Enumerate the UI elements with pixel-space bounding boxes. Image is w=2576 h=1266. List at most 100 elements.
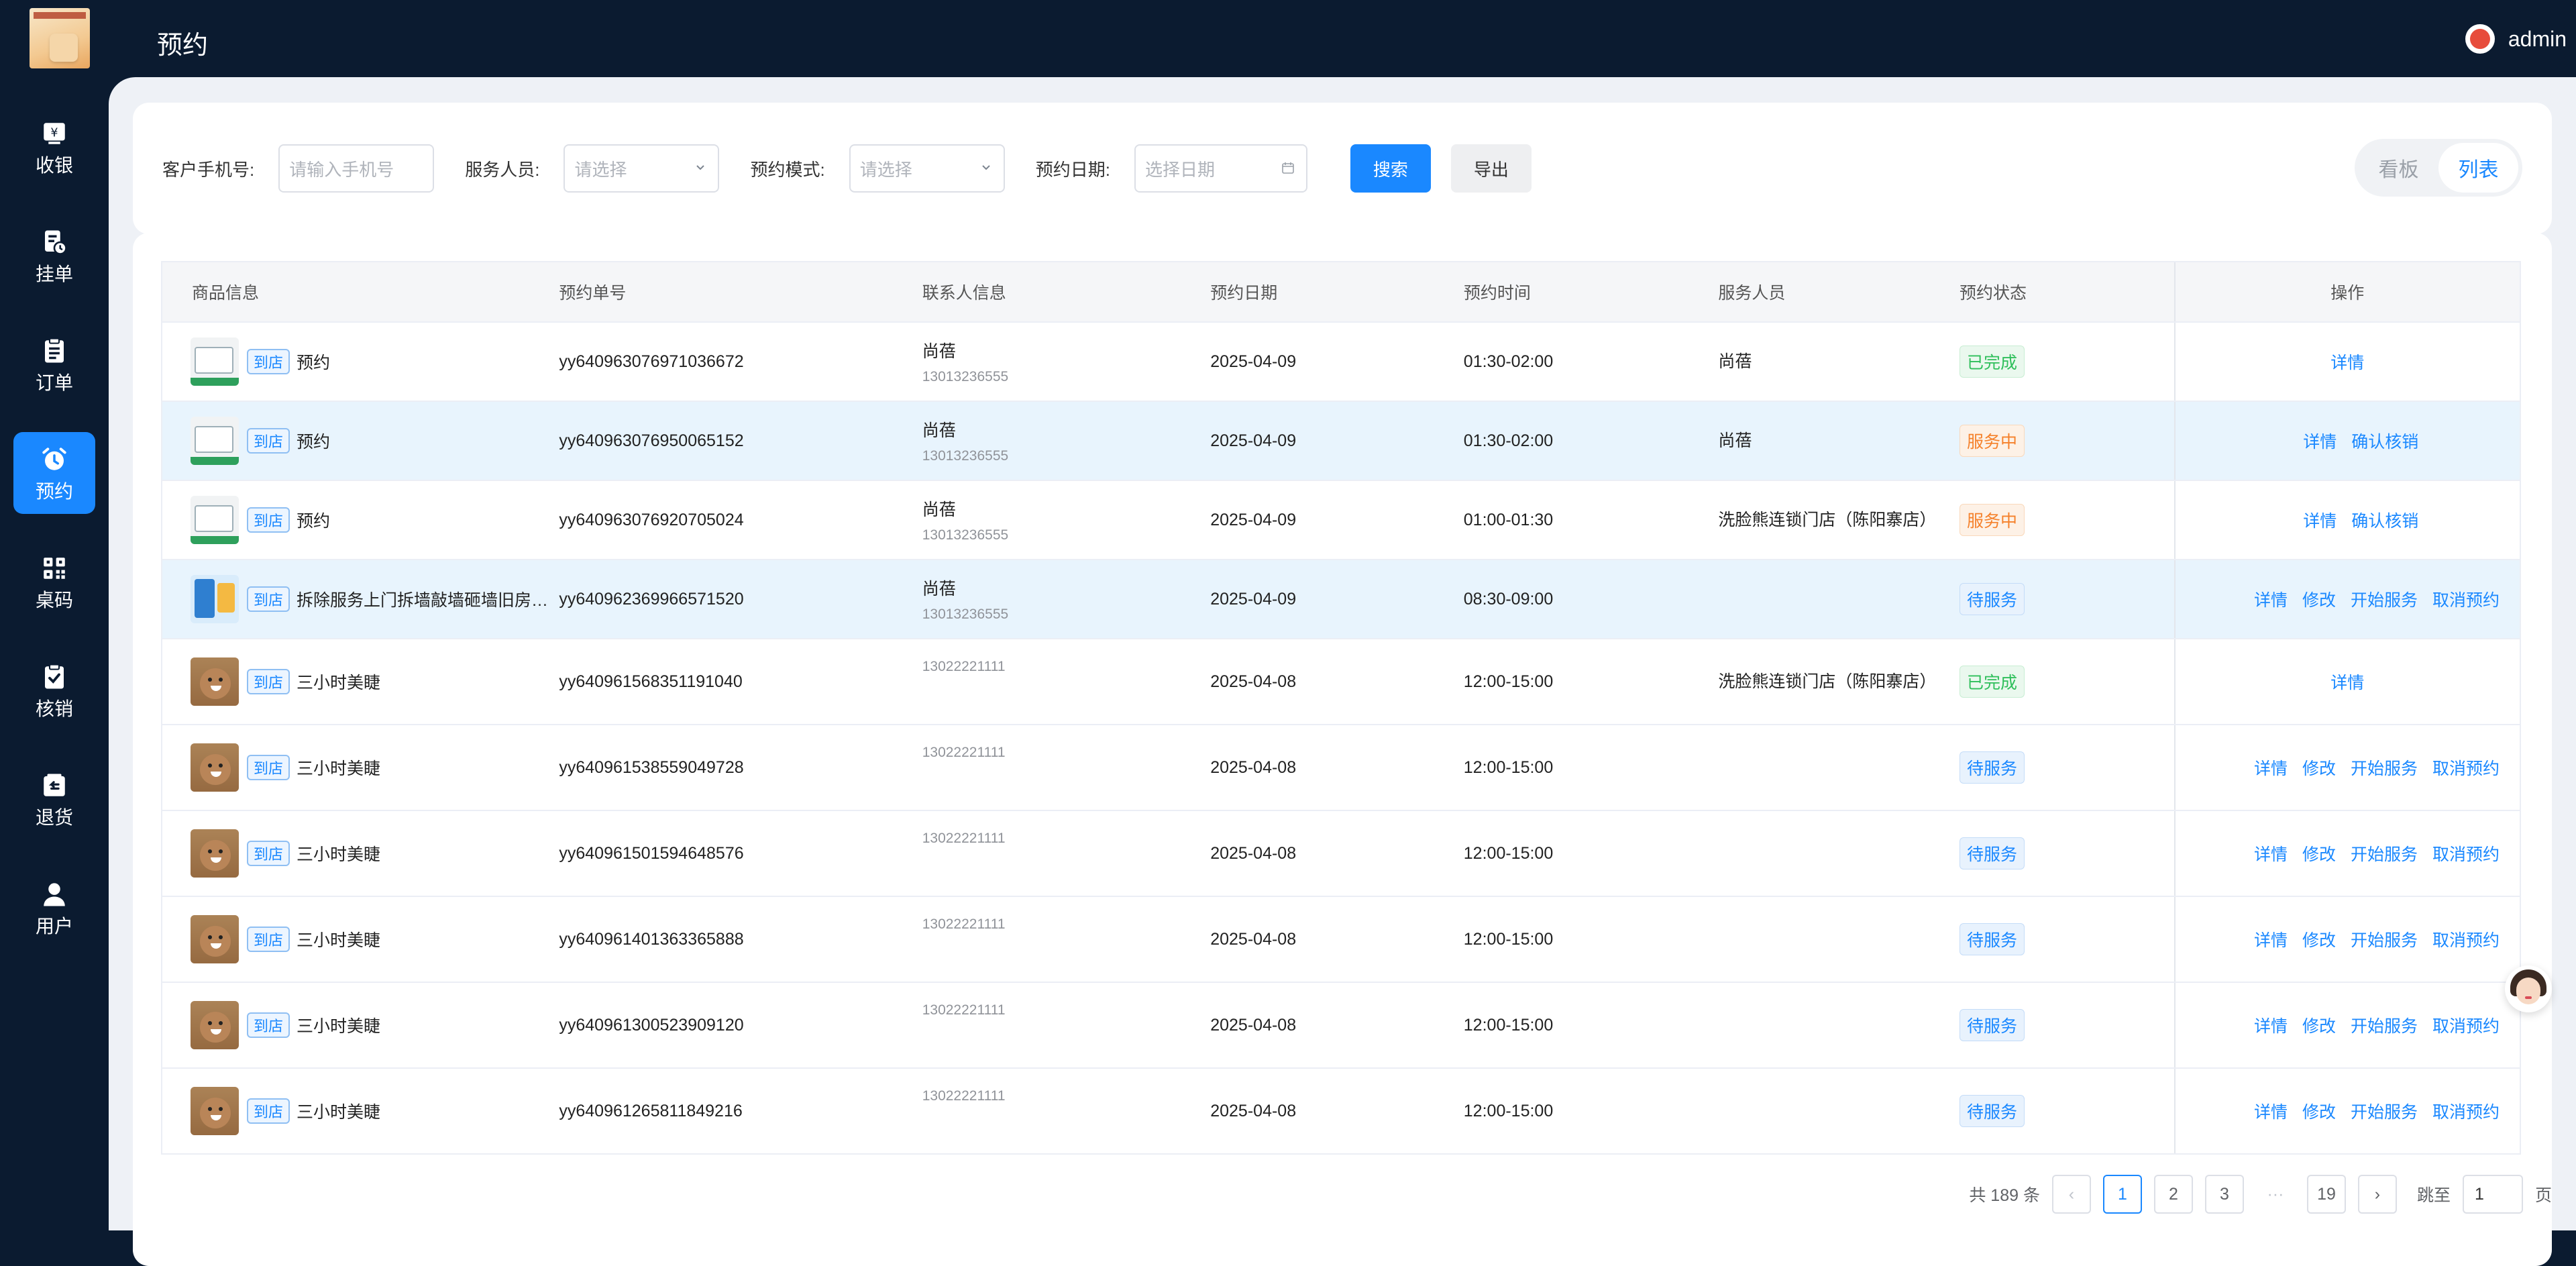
staff-select[interactable]: 请选择 bbox=[564, 144, 720, 193]
table-row[interactable]: 到店 三小时美睫 yy640961265811849216 1302222111… bbox=[162, 1067, 2520, 1153]
reservation-time: 01:00-01:30 bbox=[1463, 510, 1554, 529]
table-row[interactable]: 到店 三小时美睫 yy640961501594648576 1302222111… bbox=[162, 810, 2520, 896]
page-button-last[interactable]: 19 bbox=[2306, 1175, 2346, 1214]
page-button-2[interactable]: 2 bbox=[2153, 1175, 2193, 1214]
sidebar-item-label: 桌码 bbox=[35, 590, 73, 611]
table-row[interactable]: 到店 拆除服务上门拆墙敲墙砸墙旧房… yy640962369966571520 … bbox=[162, 559, 2520, 638]
actions-cell: 详情 bbox=[2174, 323, 2520, 401]
reservation-time: 12:00-15:00 bbox=[1463, 757, 1554, 777]
detail-link[interactable]: 详情 bbox=[2254, 1013, 2288, 1037]
product-thumbnail bbox=[191, 743, 239, 792]
page-button-1[interactable]: 1 bbox=[2102, 1175, 2142, 1214]
product-name: 预约 bbox=[297, 354, 331, 372]
edit-link[interactable]: 修改 bbox=[2302, 927, 2336, 951]
edit-link[interactable]: 修改 bbox=[2302, 755, 2336, 780]
status-badge: 待服务 bbox=[1959, 1095, 2025, 1127]
table-row[interactable]: 到店 预约 yy640963076920705024 尚蓓 1301323655… bbox=[162, 480, 2520, 559]
detail-link[interactable]: 详情 bbox=[2303, 508, 2337, 532]
tab-board[interactable]: 看板 bbox=[2359, 143, 2438, 193]
search-button[interactable]: 搜索 bbox=[1350, 144, 1431, 193]
table-row[interactable]: 到店 三小时美睫 yy640961568351191040 1302222111… bbox=[162, 638, 2520, 724]
prev-page-button[interactable]: ‹ bbox=[2051, 1175, 2091, 1214]
order-icon bbox=[39, 335, 70, 366]
actions-cell: 详情 修改 开始服务 取消预约 bbox=[2174, 1069, 2520, 1153]
store-visit-tag: 到店 bbox=[247, 841, 290, 866]
detail-link[interactable]: 详情 bbox=[2254, 1099, 2288, 1123]
edit-link[interactable]: 修改 bbox=[2302, 1099, 2336, 1123]
store-visit-tag: 到店 bbox=[247, 669, 290, 694]
user-menu[interactable]: admin bbox=[2465, 24, 2567, 54]
table-row[interactable]: 到店 预约 yy640963076971036672 尚蓓 1301323655… bbox=[162, 321, 2520, 401]
assistant-avatar-button[interactable] bbox=[2505, 965, 2552, 1012]
product-cell: 到店 三小时美睫 bbox=[162, 915, 559, 963]
cancel-reservation-link[interactable]: 取消预约 bbox=[2432, 841, 2500, 865]
user-icon bbox=[39, 879, 70, 910]
status-cell: 待服务 bbox=[1959, 1095, 2174, 1127]
edit-link[interactable]: 修改 bbox=[2302, 841, 2336, 865]
contact-phone: 13013236555 bbox=[922, 606, 1009, 622]
table-row[interactable]: 到店 三小时美睫 yy640961401363365888 1302222111… bbox=[162, 896, 2520, 982]
phone-label: 客户手机号: bbox=[162, 159, 255, 180]
phone-placeholder: 请输入手机号 bbox=[289, 159, 394, 180]
sidebar-item-pending[interactable]: 挂单 bbox=[13, 215, 95, 297]
start-service-link[interactable]: 开始服务 bbox=[2351, 755, 2418, 780]
next-page-button[interactable]: › bbox=[2357, 1175, 2397, 1214]
sidebar-item-return[interactable]: 退货 bbox=[13, 758, 95, 840]
edit-link[interactable]: 修改 bbox=[2302, 587, 2336, 611]
status-badge: 待服务 bbox=[1959, 751, 2025, 784]
order-number: yy640962369966571520 bbox=[559, 589, 744, 609]
detail-link[interactable]: 详情 bbox=[2330, 350, 2364, 374]
status-badge: 待服务 bbox=[1959, 1009, 2025, 1041]
row-actions: 详情 修改 开始服务 取消预约 bbox=[2254, 927, 2500, 951]
avatar[interactable] bbox=[2465, 24, 2495, 54]
start-service-link[interactable]: 开始服务 bbox=[2351, 927, 2418, 951]
table-row[interactable]: 到店 预约 yy640963076950065152 尚蓓 1301323655… bbox=[162, 401, 2520, 480]
page-button-3[interactable]: 3 bbox=[2204, 1175, 2244, 1214]
cancel-reservation-link[interactable]: 取消预约 bbox=[2432, 927, 2500, 951]
date-picker[interactable]: 选择日期 bbox=[1134, 144, 1307, 193]
table-row[interactable]: 到店 三小时美睫 yy640961538559049728 1302222111… bbox=[162, 724, 2520, 810]
order-number: yy640961568351191040 bbox=[559, 672, 743, 691]
detail-link[interactable]: 详情 bbox=[2330, 670, 2364, 694]
detail-link[interactable]: 详情 bbox=[2254, 587, 2288, 611]
detail-link[interactable]: 详情 bbox=[2254, 755, 2288, 780]
sidebar-item-reservation[interactable]: 预约 bbox=[13, 432, 95, 514]
service-staff: 尚蓓 bbox=[1718, 352, 1752, 371]
product-cell: 到店 三小时美睫 bbox=[162, 657, 559, 706]
export-button[interactable]: 导出 bbox=[1450, 144, 1532, 193]
sidebar-item-cashier[interactable]: ¥ 收银 bbox=[13, 106, 95, 188]
mode-select[interactable]: 请选择 bbox=[849, 144, 1005, 193]
product-thumbnail bbox=[191, 1001, 239, 1049]
start-service-link[interactable]: 开始服务 bbox=[2351, 587, 2418, 611]
status-cell: 服务中 bbox=[1959, 425, 2174, 457]
edit-link[interactable]: 修改 bbox=[2302, 1013, 2336, 1037]
sidebar-item-table-code[interactable]: 桌码 bbox=[13, 541, 95, 623]
phone-input[interactable]: 请输入手机号 bbox=[278, 144, 435, 193]
detail-link[interactable]: 详情 bbox=[2303, 429, 2337, 453]
cancel-reservation-link[interactable]: 取消预约 bbox=[2432, 1099, 2500, 1123]
start-service-link[interactable]: 开始服务 bbox=[2351, 841, 2418, 865]
user-name[interactable]: admin bbox=[2508, 27, 2567, 52]
start-service-link[interactable]: 开始服务 bbox=[2351, 1013, 2418, 1037]
cancel-reservation-link[interactable]: 取消预约 bbox=[2432, 587, 2500, 611]
confirm-verify-link[interactable]: 确认核销 bbox=[2351, 429, 2418, 453]
start-service-link[interactable]: 开始服务 bbox=[2351, 1099, 2418, 1123]
order-number: yy640961538559049728 bbox=[559, 757, 744, 777]
detail-link[interactable]: 详情 bbox=[2254, 927, 2288, 951]
cancel-reservation-link[interactable]: 取消预约 bbox=[2432, 755, 2500, 780]
cancel-reservation-link[interactable]: 取消预约 bbox=[2432, 1013, 2500, 1037]
table-row[interactable]: 到店 三小时美睫 yy640961300523909120 1302222111… bbox=[162, 982, 2520, 1067]
page-ellipsis[interactable]: ··· bbox=[2256, 1185, 2295, 1204]
order-number: yy640961501594648576 bbox=[559, 843, 744, 863]
sidebar-item-users[interactable]: 用户 bbox=[13, 867, 95, 949]
row-actions: 详情 bbox=[2176, 350, 2520, 374]
qr-code-icon bbox=[39, 553, 70, 584]
tab-list[interactable]: 列表 bbox=[2438, 143, 2518, 193]
page-jump-input[interactable]: 1 bbox=[2462, 1175, 2523, 1214]
column-header: 服务人员 bbox=[1718, 284, 1786, 303]
confirm-verify-link[interactable]: 确认核销 bbox=[2351, 508, 2418, 532]
detail-link[interactable]: 详情 bbox=[2254, 841, 2288, 865]
filter-row: 客户手机号: 请输入手机号 服务人员: 请选择 预约模式: 请选择 预约日期: … bbox=[162, 144, 1532, 193]
sidebar-item-verify[interactable]: 核销 bbox=[13, 649, 95, 731]
sidebar-item-orders[interactable]: 订单 bbox=[13, 323, 95, 405]
